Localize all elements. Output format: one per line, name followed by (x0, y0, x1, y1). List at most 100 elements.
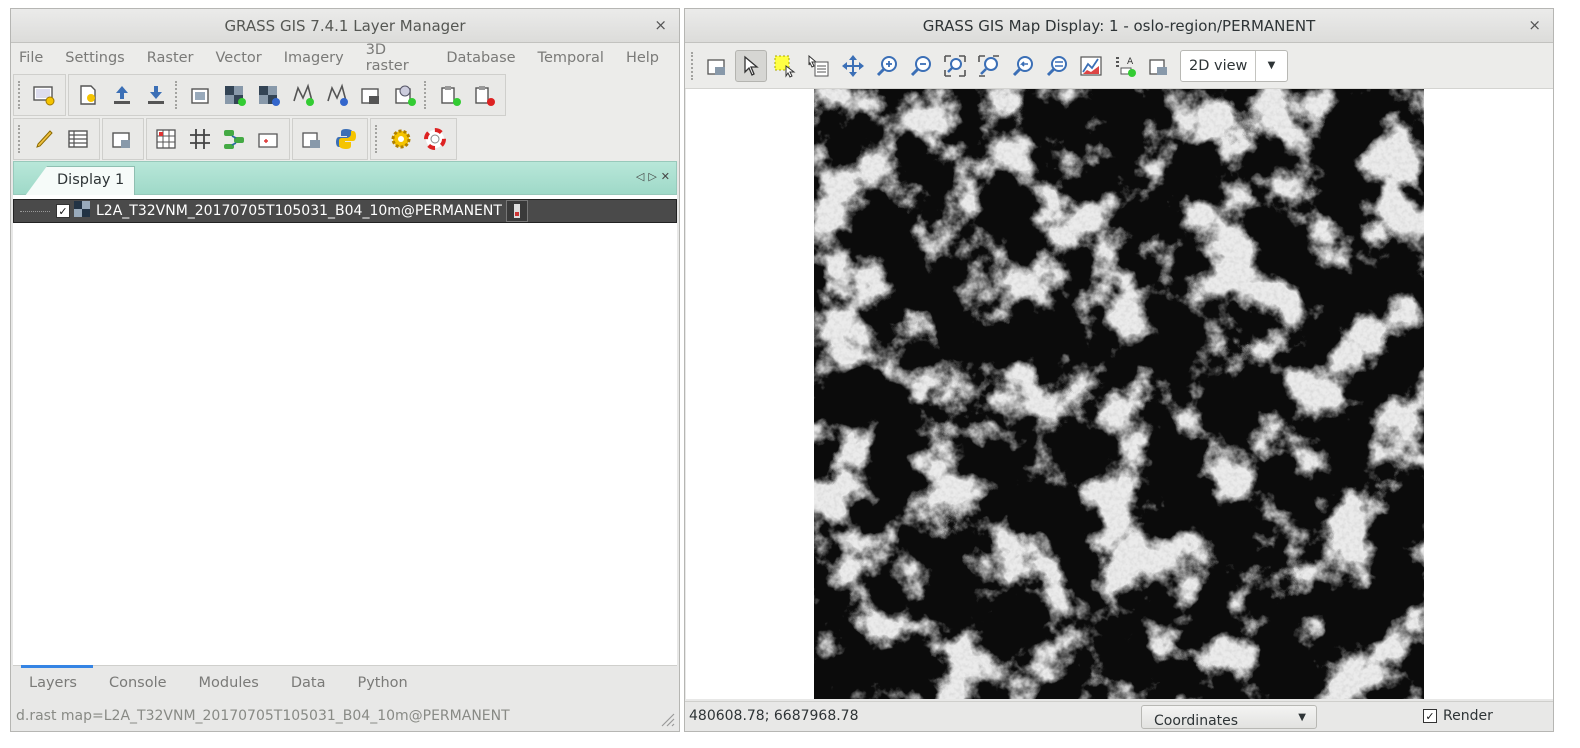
help-button[interactable] (419, 123, 451, 155)
display-notebook: Display 1 ◁ ▷ ✕ (13, 161, 677, 196)
close-icon[interactable]: × (1528, 16, 1541, 34)
tab-display-1[interactable]: Display 1 (24, 166, 136, 196)
command-status: d.rast map=L2A_T32VNM_20170705T105031_B0… (16, 708, 510, 724)
close-icon[interactable]: × (654, 16, 667, 34)
statusbar-mode-select[interactable]: Coordinates ▼ (1141, 705, 1317, 729)
save-workspace-icon (148, 86, 164, 104)
zoom-in-button[interactable] (871, 50, 903, 82)
tab-console[interactable]: Console (93, 666, 183, 700)
map-display-titlebar[interactable]: GRASS GIS Map Display: 1 - oslo-region/P… (685, 9, 1553, 43)
add-command-button[interactable] (389, 79, 421, 111)
add-multiple-raster-button[interactable] (253, 79, 285, 111)
georectifier-button[interactable] (150, 123, 182, 155)
render-map-icon (707, 58, 725, 75)
toolbar-grip[interactable] (18, 125, 21, 153)
add-overlay-icon (361, 88, 379, 104)
layer-opacity-control[interactable] (505, 200, 528, 222)
analyze-button[interactable] (1075, 50, 1107, 82)
menu-help[interactable]: Help (624, 50, 671, 66)
layer-row[interactable]: ✓ L2A_T32VNM_20170705T105031_B04_10m@PER… (13, 199, 677, 223)
tab-layers[interactable]: Layers (13, 664, 93, 700)
render-map-button[interactable] (701, 50, 733, 82)
zoom-extent-button[interactable] (939, 50, 971, 82)
new-workspace-button[interactable] (72, 79, 104, 111)
select-button[interactable] (769, 50, 801, 82)
map-canvas[interactable] (686, 89, 1553, 699)
grid-icon (190, 129, 210, 149)
settings-button[interactable] (385, 123, 417, 155)
toolbar-grip[interactable] (18, 81, 21, 109)
new-map-display-button[interactable] (28, 79, 60, 111)
tab-close-icon[interactable]: ✕ (661, 170, 670, 183)
layer-properties-button[interactable] (106, 123, 138, 155)
zoom-region-button[interactable] (973, 50, 1005, 82)
edit-vector-button[interactable] (28, 123, 60, 155)
pan-button[interactable] (837, 50, 869, 82)
grid-button[interactable] (184, 123, 216, 155)
add-rgb-button[interactable] (219, 79, 251, 111)
attribute-table-button[interactable] (62, 123, 94, 155)
map-display-title: GRASS GIS Map Display: 1 - oslo-region/P… (922, 16, 1316, 35)
save-display-icon (1149, 58, 1167, 75)
render-toggle[interactable]: ✓ Render (1423, 708, 1493, 724)
settings-icon (391, 129, 411, 149)
menu-3d-raster[interactable]: 3D raster (364, 42, 437, 74)
graphical-modeler-button[interactable] (218, 123, 250, 155)
zoom-out-button[interactable] (905, 50, 937, 82)
toolbar-grip[interactable] (424, 81, 427, 109)
toolbar-grip[interactable] (375, 125, 378, 153)
help-toolbar (370, 118, 457, 160)
remove-layer-button[interactable] (468, 79, 500, 111)
raster-map-image (814, 89, 1424, 699)
menu-file[interactable]: File (17, 50, 55, 66)
layer-checkbox[interactable]: ✓ (56, 204, 70, 218)
tab-modules[interactable]: Modules (183, 666, 275, 700)
decorations-icon: A (1116, 56, 1136, 77)
add-raster-icon (191, 88, 209, 104)
select-icon (774, 55, 796, 78)
toolbar-grip[interactable] (175, 81, 178, 109)
view-mode-select[interactable]: 2D view ▼ (1180, 49, 1288, 82)
add-multiple-raster-icon (259, 86, 280, 106)
add-vector-button[interactable] (287, 79, 319, 111)
zoom-options-button[interactable] (1041, 50, 1073, 82)
menu-settings[interactable]: Settings (63, 50, 136, 66)
menu-temporal[interactable]: Temporal (536, 50, 616, 66)
edit-vector-icon (36, 130, 53, 148)
tab-data[interactable]: Data (275, 666, 342, 700)
menu-raster[interactable]: Raster (145, 50, 206, 66)
zoom-back-button[interactable] (1007, 50, 1039, 82)
python-shell-button[interactable] (330, 123, 362, 155)
layer-manager-titlebar[interactable]: GRASS GIS 7.4.1 Layer Manager × (11, 9, 679, 43)
pointer-button[interactable] (735, 49, 767, 82)
add-raster-button[interactable] (185, 79, 217, 111)
menu-vector[interactable]: Vector (214, 50, 274, 66)
add-group-button[interactable] (434, 79, 466, 111)
chevron-down-icon[interactable]: ▼ (1298, 706, 1306, 728)
open-workspace-button[interactable] (106, 79, 138, 111)
map-toolbar: A 2D view ▼ (685, 43, 1553, 89)
save-display-button[interactable] (1143, 50, 1175, 82)
remove-layer-icon (475, 86, 495, 106)
chevron-down-icon[interactable]: ▼ (1255, 50, 1287, 81)
new-map-display-icon (33, 86, 55, 106)
save-workspace-button[interactable] (140, 79, 172, 111)
misc-toolbar (292, 118, 368, 160)
add-overlay-button[interactable] (355, 79, 387, 111)
cartographic-composer-button[interactable] (252, 123, 284, 155)
decorations-button[interactable]: A (1109, 50, 1141, 82)
add-multiple-vector-icon (327, 83, 348, 106)
render-checkbox[interactable]: ✓ (1423, 709, 1437, 723)
menu-database[interactable]: Database (444, 50, 527, 66)
query-button[interactable] (803, 50, 835, 82)
toolbar-grip[interactable] (691, 51, 694, 80)
map-swipe-button[interactable] (296, 123, 328, 155)
add-multiple-vector-button[interactable] (321, 79, 353, 111)
resize-grip-icon[interactable] (657, 709, 675, 727)
menu-imagery[interactable]: Imagery (282, 50, 356, 66)
tab-next-icon[interactable]: ▷ (648, 170, 656, 183)
georectifier-icon (156, 129, 176, 149)
tab-python[interactable]: Python (341, 666, 423, 700)
tools-toolbar (13, 118, 100, 160)
tab-prev-icon[interactable]: ◁ (636, 170, 644, 183)
